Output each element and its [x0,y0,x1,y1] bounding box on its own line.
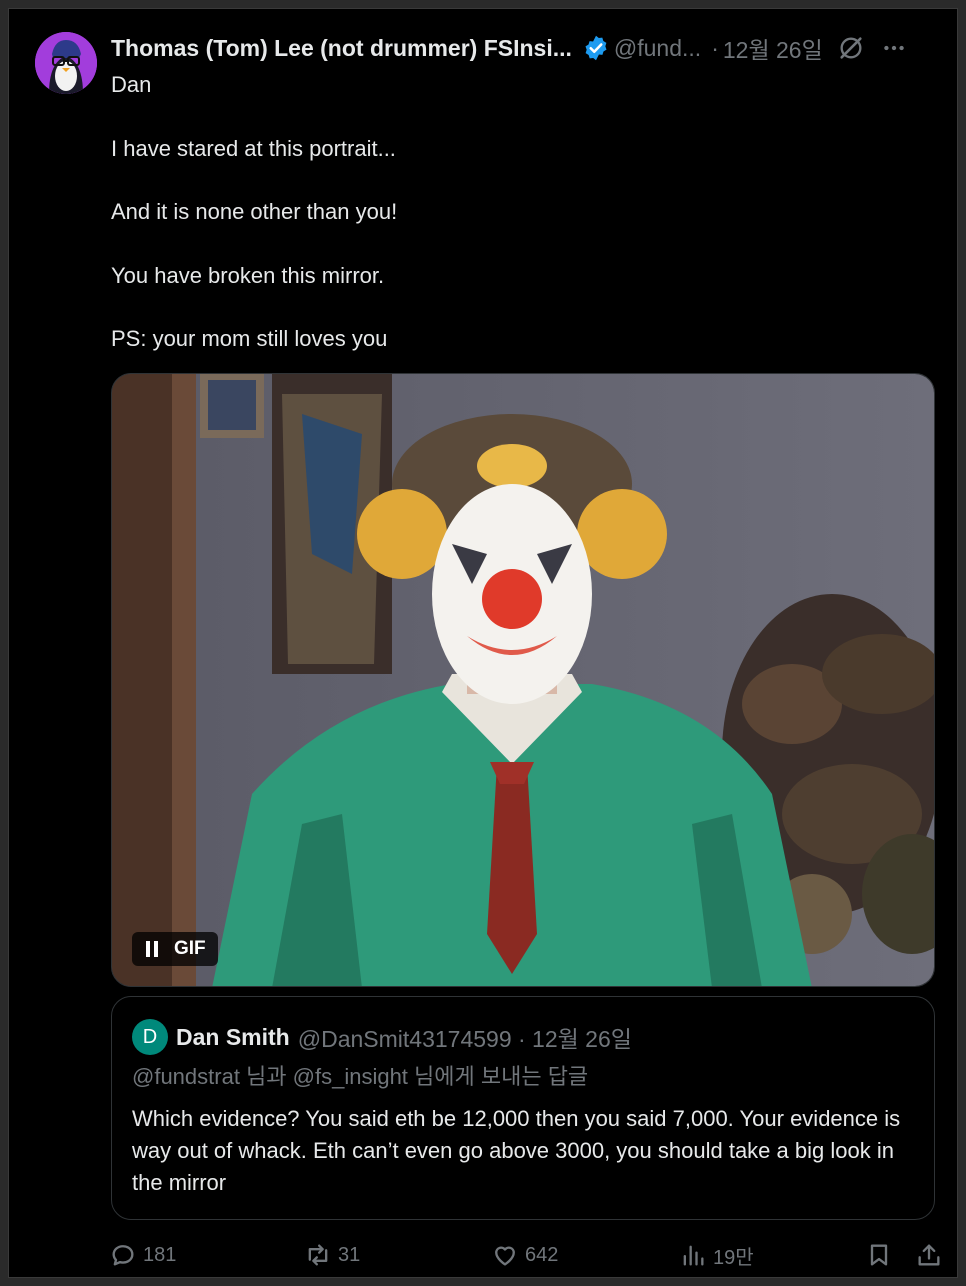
reply-icon [112,1245,134,1266]
reply-count: 181 [143,1243,177,1266]
action-bar: 181 31 642 19만 [109,1237,940,1273]
views-button[interactable]: 19만 [679,1237,754,1273]
author-name[interactable]: Thomas (Tom) Lee (not drummer) FSInsi... [111,35,572,62]
verified-badge-icon [585,35,607,61]
tweet-body: Dan I have stared at this portrait... An… [111,69,931,387]
tweet-date[interactable]: 12월 26일 [723,31,823,65]
repost-button[interactable]: 31 [304,1237,360,1273]
like-count: 642 [525,1243,559,1266]
heart-icon [495,1246,515,1266]
tweet-card: Thomas (Tom) Lee (not drummer) FSInsi...… [8,8,958,1278]
like-button[interactable]: 642 [491,1237,558,1273]
meta-separator: · [711,34,719,61]
tweet-line: Dan [111,72,152,97]
gif-media[interactable]: GIF [111,373,935,987]
views-icon [683,1245,704,1266]
grok-icon[interactable] [837,34,865,62]
gif-badge[interactable]: GIF [132,932,218,966]
tweet-line: You have broken this mirror. [111,262,385,288]
reply-button[interactable]: 181 [109,1237,176,1273]
quote-text: Which evidence? You said eth be 12,000 t… [132,1106,901,1195]
quote-avatar-letter: D [142,1025,158,1048]
share-button[interactable] [915,1237,949,1273]
quote-author-name[interactable]: Dan Smith [176,1024,290,1051]
tweet-line: I have stared at this portrait... [111,135,396,161]
quote-avatar[interactable]: D [132,1019,168,1055]
penguin-avatar-image [35,32,97,94]
quote-reply-line: @fundstrat 님과 @fs_insight 님에게 보내는 답글 [132,1064,589,1089]
repost-count: 31 [338,1243,361,1266]
tweet-header: Thomas (Tom) Lee (not drummer) FSInsi...… [111,33,937,63]
repost-icon [308,1244,328,1266]
gif-label: GIF [174,938,206,959]
tweet-line: And it is none other than you! [111,199,398,224]
bookmark-icon [870,1244,888,1266]
bookmark-button[interactable] [865,1237,899,1273]
share-icon [918,1244,940,1266]
author-avatar[interactable] [35,32,97,94]
quoted-tweet[interactable]: D Dan Smith @DanSmit43174599 · 12월 26일 @… [111,996,935,1220]
quote-header: Dan Smith @DanSmit43174599 · 12월 26일 [176,1019,632,1055]
author-handle[interactable]: @fund... [614,35,701,62]
pause-icon[interactable] [144,940,160,958]
more-icon[interactable] [881,35,907,61]
clown-gif-image [112,374,934,986]
quote-meta: @DanSmit43174599 · 12월 26일 [297,1026,632,1052]
tweet-line: PS: your mom still loves you [111,326,388,351]
view-count: 19만 [713,1246,754,1269]
